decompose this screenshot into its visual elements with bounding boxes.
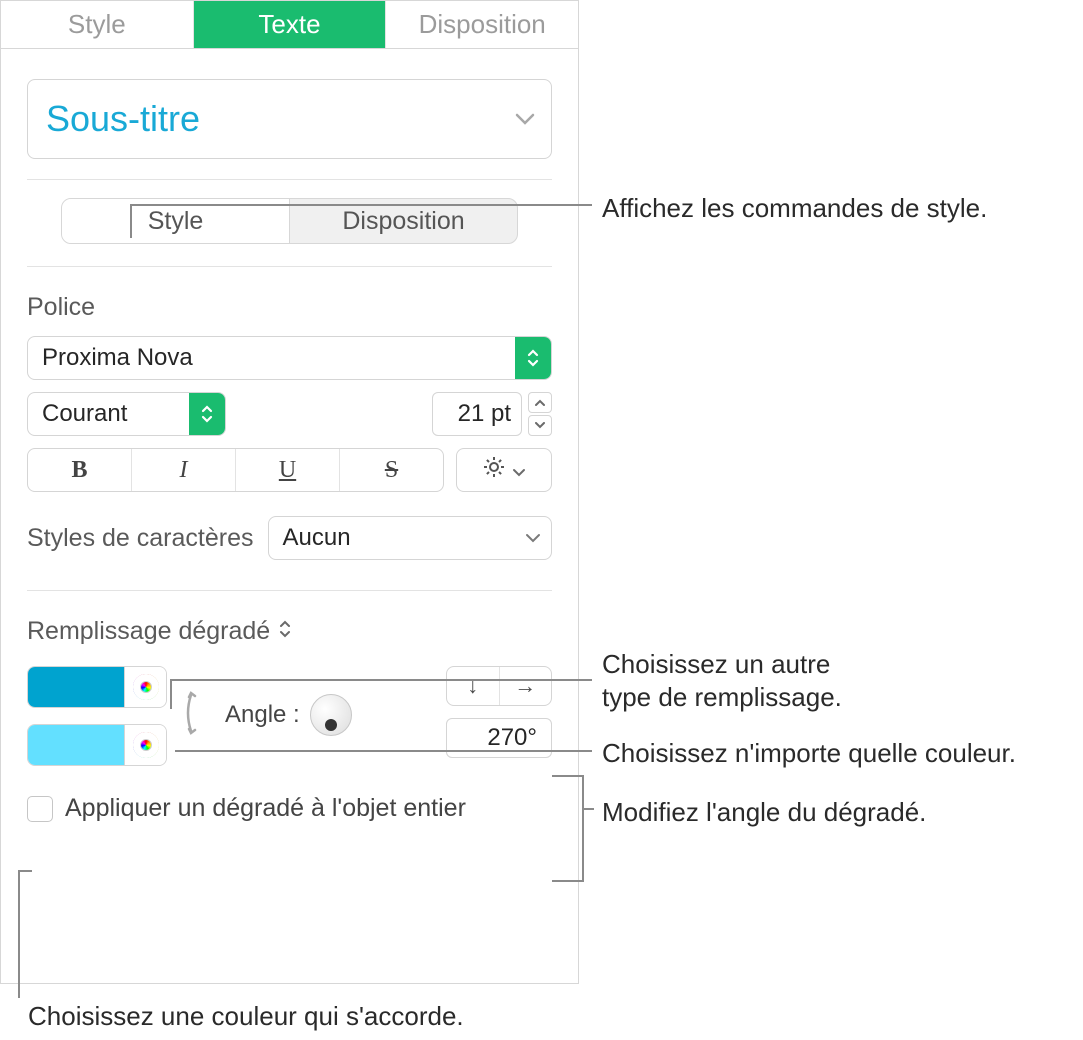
advanced-font-button[interactable] — [456, 448, 552, 492]
color-picker-1[interactable] — [124, 667, 166, 707]
leader-line — [552, 880, 582, 882]
tab-style[interactable]: Style — [1, 1, 194, 48]
top-tabs: Style Texte Disposition — [1, 1, 578, 49]
character-styles-value: Aucun — [283, 524, 516, 552]
paragraph-style-popup[interactable]: Sous-titre — [27, 79, 552, 159]
fill-type-label: Remplissage dégradé — [27, 617, 270, 646]
divider — [27, 590, 552, 591]
character-styles-label: Styles de caractères — [27, 524, 254, 553]
leader-line — [130, 204, 592, 206]
bold-button[interactable]: B — [28, 449, 132, 491]
color-well-1[interactable] — [28, 667, 124, 707]
leader-line — [175, 750, 592, 752]
color-well-2[interactable] — [28, 725, 124, 765]
apply-whole-row: Appliquer un dégradé à l'objet entier — [27, 794, 552, 823]
leader-line — [170, 679, 172, 709]
leader-line — [552, 775, 582, 777]
chevron-down-icon — [515, 113, 533, 125]
character-styles-select[interactable]: Aucun — [268, 516, 553, 560]
fill-type-popup[interactable]: Remplissage dégradé — [27, 617, 552, 646]
color-wheel-icon — [133, 732, 159, 758]
underline-button[interactable]: U — [236, 449, 340, 491]
callout-angle: Modifiez l'angle du dégradé. — [602, 796, 926, 829]
angle-label: Angle : — [225, 701, 300, 729]
paragraph-style-label: Sous-titre — [46, 98, 200, 140]
italic-button[interactable]: I — [132, 449, 236, 491]
text-style-buttons: B I U S — [27, 448, 444, 492]
font-size-input[interactable]: 21 pt — [432, 392, 522, 436]
angle-input[interactable]: 270° — [446, 718, 552, 758]
callout-fill-type: Choisissez un autre type de remplissage. — [602, 648, 842, 713]
divider — [27, 179, 552, 180]
arrow-right-icon: → — [514, 673, 536, 699]
font-section-label: Police — [27, 293, 552, 322]
leader-line — [18, 870, 32, 872]
font-size-down[interactable] — [528, 415, 552, 436]
leader-line — [130, 204, 132, 238]
tab-disposition[interactable]: Disposition — [386, 1, 578, 48]
select-updown-icon — [189, 393, 225, 435]
gradient-stops — [27, 666, 167, 766]
swap-colors-button[interactable] — [181, 687, 211, 745]
angle-dial[interactable] — [310, 694, 352, 736]
chevron-down-icon — [512, 457, 526, 483]
gradient-direction-toggle: ↓ → — [446, 666, 552, 706]
color-wheel-icon — [133, 674, 159, 700]
callout-match-color: Choisissez une couleur qui s'accorde. — [28, 1000, 464, 1033]
leader-line — [18, 870, 20, 998]
font-controls: Proxima Nova Courant 21 pt — [27, 336, 552, 492]
font-family-value: Proxima Nova — [42, 344, 515, 372]
tab-texte[interactable]: Texte — [194, 1, 387, 48]
apply-whole-label: Appliquer un dégradé à l'objet entier — [65, 794, 466, 823]
apply-whole-checkbox[interactable] — [27, 796, 53, 822]
select-updown-icon — [515, 337, 551, 379]
callout-style-commands: Affichez les commandes de style. — [602, 192, 987, 225]
font-family-select[interactable]: Proxima Nova — [27, 336, 552, 380]
direction-horizontal-button[interactable]: → — [500, 667, 552, 705]
dial-indicator — [325, 719, 337, 731]
font-size-stepper — [528, 392, 552, 436]
chevron-down-icon — [515, 517, 551, 559]
gear-icon — [482, 455, 506, 485]
callout-any-color: Choisissez n'importe quelle couleur. — [602, 737, 1016, 770]
arrow-down-icon: ↓ — [467, 673, 478, 699]
gradient-color-1 — [27, 666, 167, 708]
font-size-control: 21 pt — [432, 392, 552, 436]
gradient-color-2 — [27, 724, 167, 766]
updown-icon — [278, 618, 292, 646]
font-size-up[interactable] — [528, 392, 552, 413]
direction-vertical-button[interactable]: ↓ — [447, 667, 500, 705]
divider — [27, 266, 552, 267]
character-styles-row: Styles de caractères Aucun — [27, 516, 552, 560]
leader-line — [582, 775, 584, 882]
format-inspector-panel: Style Texte Disposition Sous-titre Style… — [0, 0, 579, 984]
strikethrough-button[interactable]: S — [340, 449, 443, 491]
font-weight-select[interactable]: Courant — [27, 392, 226, 436]
font-weight-value: Courant — [42, 400, 189, 428]
color-picker-2[interactable] — [124, 725, 166, 765]
leader-line — [170, 679, 592, 681]
leader-line — [582, 808, 594, 810]
